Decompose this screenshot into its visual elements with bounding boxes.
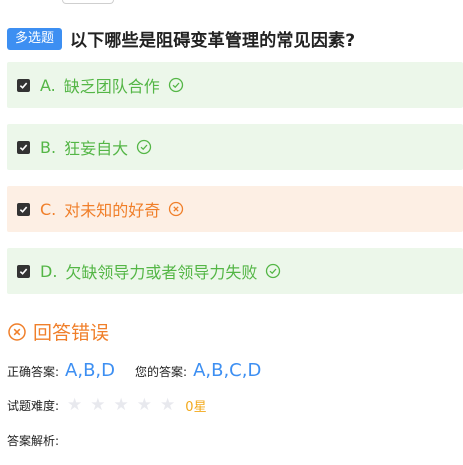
star-icon: ★ <box>90 395 106 415</box>
checkbox-checked-icon[interactable] <box>17 140 30 154</box>
option-c[interactable]: C. 对未知的好奇 <box>7 186 463 232</box>
option-b[interactable]: B. 狂妄自大 <box>7 124 463 170</box>
option-key: A. <box>40 75 56 95</box>
option-text: 欠缺领导力或者领导力失败 <box>65 263 258 282</box>
option-a[interactable]: A. 缺乏团队合作 <box>7 62 463 108</box>
option-key: D. <box>40 261 58 281</box>
x-circle-icon <box>7 322 27 342</box>
correct-answer-value: A,B,D <box>65 360 116 381</box>
option-text: 狂妄自大 <box>64 139 129 158</box>
option-d[interactable]: D. 欠缺领导力或者领导力失败 <box>7 248 463 294</box>
question-type-badge: 多选题 <box>7 27 63 50</box>
star-icon: ★ <box>136 395 153 415</box>
checkbox-checked-icon[interactable] <box>17 78 30 92</box>
checkbox-checked-icon[interactable] <box>17 202 30 216</box>
previous-question-tab <box>62 0 114 4</box>
star-icon: ★ <box>67 395 83 415</box>
check-circle-icon <box>168 77 184 93</box>
star-icon: ★ <box>160 395 176 415</box>
option-key: B. <box>40 137 57 157</box>
correct-answer-label: 正确答案: <box>7 365 60 379</box>
answer-row: 正确答案: A,B,D 您的答案: A,B,C,D <box>7 360 281 381</box>
difficulty-stars: ★ ★ ★ ★ ★ <box>67 397 183 414</box>
option-text: 缺乏团队合作 <box>63 77 160 96</box>
question-header: 多选题 以下哪些是阻碍变革管理的常见因素? <box>7 26 355 51</box>
your-answer-value: A,B,C,D <box>193 360 262 381</box>
option-key: C. <box>40 199 57 219</box>
star-icon: ★ <box>113 395 129 415</box>
result-status: 回答错误 <box>7 318 109 345</box>
difficulty-row: 试题难度: ★ ★ ★ ★ ★ 0星 <box>7 396 207 416</box>
question-title: 以下哪些是阻碍变革管理的常见因素? <box>70 31 356 51</box>
checkbox-checked-icon[interactable] <box>17 264 30 278</box>
your-answer-label: 您的答案: <box>135 365 188 379</box>
difficulty-label: 试题难度: <box>7 399 60 413</box>
analysis-label: 答案解析: <box>7 434 60 448</box>
analysis-row: 答案解析: <box>7 430 59 449</box>
difficulty-value: 0星 <box>185 400 207 415</box>
check-circle-icon <box>265 263 281 279</box>
x-circle-icon <box>168 201 184 217</box>
check-circle-icon <box>136 139 152 155</box>
option-text: 对未知的好奇 <box>64 201 161 220</box>
result-text: 回答错误 <box>33 322 110 344</box>
